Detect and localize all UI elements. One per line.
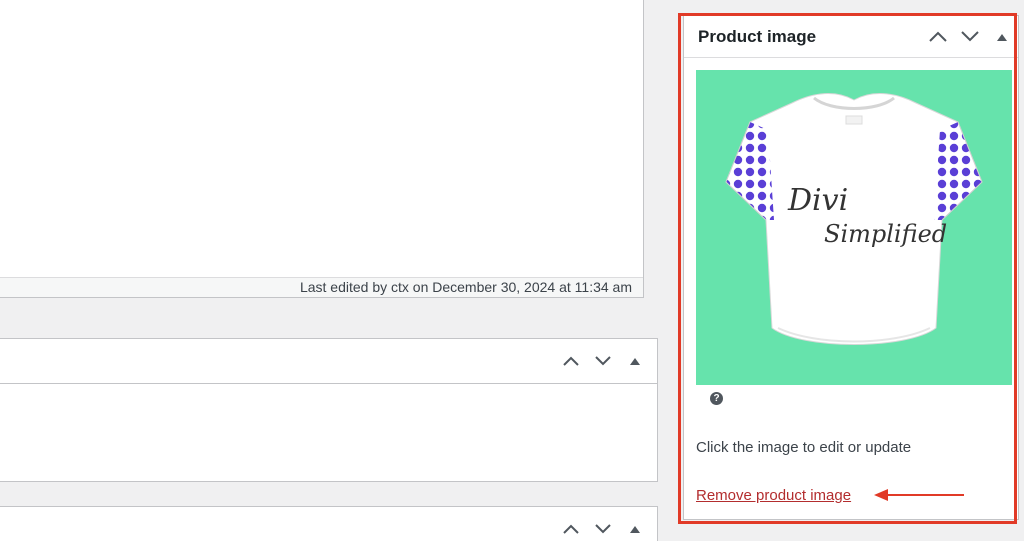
product-description-editor[interactable]: Last edited by ctx on December 30, 2024 …	[0, 0, 644, 298]
last-edited-text: Last edited by ctx on December 30, 2024 …	[299, 279, 632, 295]
move-down-button[interactable]	[589, 514, 617, 541]
chevron-down-icon	[595, 524, 611, 534]
arrow-left-icon	[874, 489, 964, 501]
chevron-down-icon	[595, 356, 611, 366]
meta-box-header	[0, 507, 657, 541]
move-up-button[interactable]	[557, 514, 585, 541]
meta-box-product-data	[0, 338, 658, 482]
toggle-panel-button[interactable]	[621, 514, 649, 541]
meta-box-short-description	[0, 506, 658, 541]
triangle-up-icon	[630, 526, 640, 533]
editor-status-bar: Last edited by ctx on December 30, 2024 …	[0, 277, 643, 297]
chevron-up-icon	[563, 524, 579, 534]
move-up-button[interactable]	[557, 346, 585, 376]
toggle-panel-button[interactable]	[621, 346, 649, 376]
move-down-button[interactable]	[589, 346, 617, 376]
meta-box-header	[0, 339, 657, 384]
wp-product-edit-page: Last edited by ctx on December 30, 2024 …	[0, 0, 1024, 541]
triangle-up-icon	[630, 358, 640, 365]
chevron-up-icon	[563, 356, 579, 366]
annotation-highlight-box	[678, 13, 1017, 524]
